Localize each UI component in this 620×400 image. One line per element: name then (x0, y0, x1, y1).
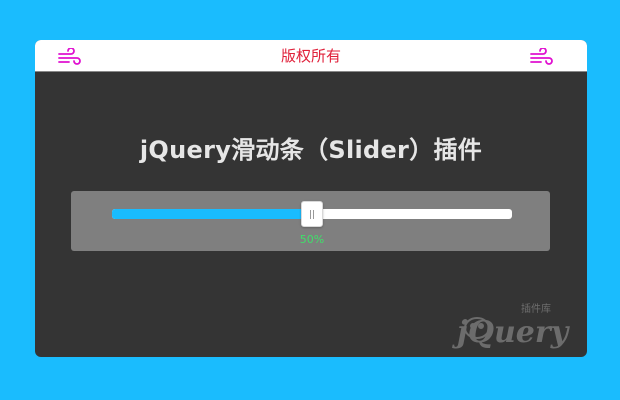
grip-icon (310, 210, 314, 219)
watermark-subtext: 插件库 (521, 302, 551, 315)
page-heading: jQuery滑动条（Slider）插件 (139, 136, 483, 164)
slider-handle[interactable] (301, 201, 323, 227)
slider-track[interactable] (112, 201, 512, 227)
content-card: 版权所有 jQuery滑动条（Slider）插件 50% jQuery 插件库 (35, 40, 587, 357)
copyright-title: 版权所有 (280, 47, 341, 65)
slider-panel: 50% (71, 191, 550, 251)
slider-value-label: 50% (299, 233, 325, 246)
wind-icon[interactable] (529, 48, 553, 66)
header-bar: 版权所有 (35, 40, 587, 72)
slider-fill (112, 209, 312, 219)
watermark-text: jQuery (452, 315, 571, 350)
jquery-logo-watermark: jQuery 插件库 (452, 302, 571, 350)
